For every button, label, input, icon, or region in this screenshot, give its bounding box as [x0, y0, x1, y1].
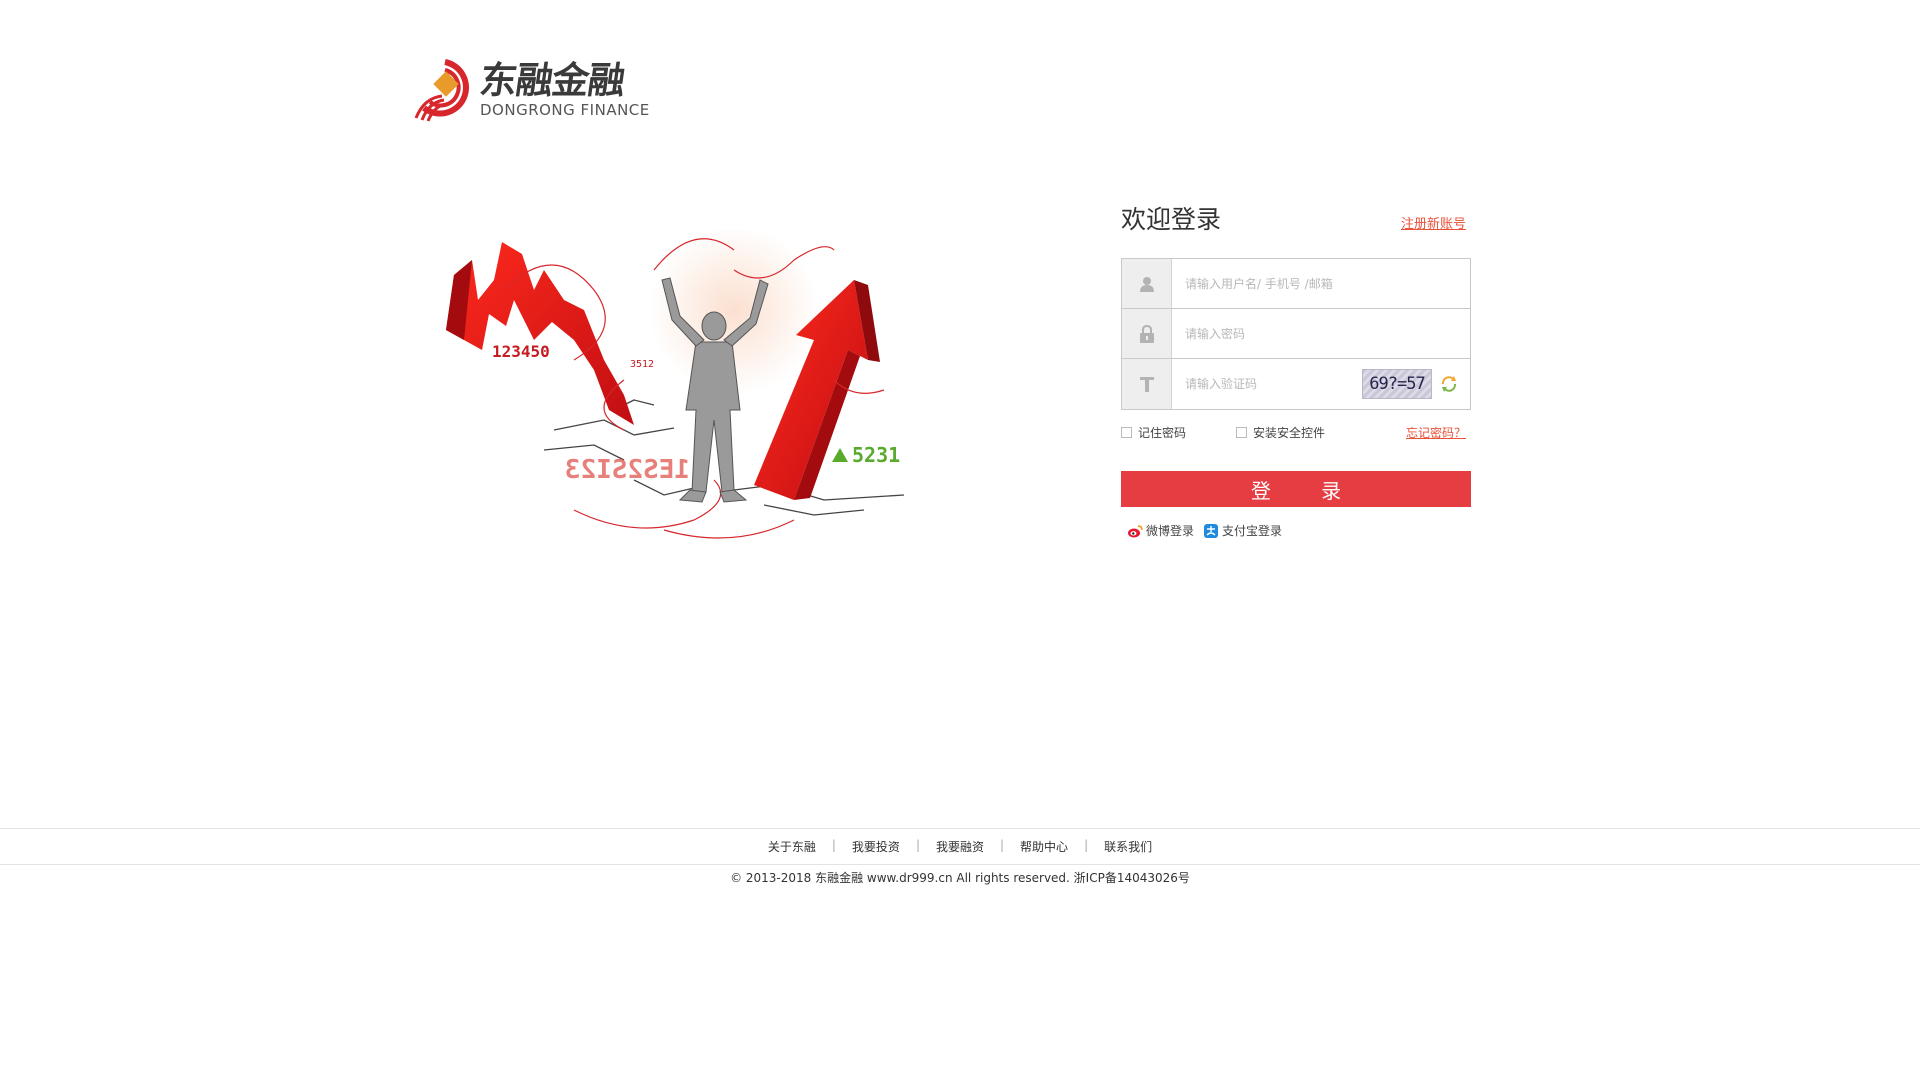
checkbox-box[interactable]: [1236, 427, 1248, 438]
username-row: [1122, 259, 1470, 309]
footer-link-contact[interactable]: 联系我们: [1104, 838, 1152, 855]
refresh-captcha-icon[interactable]: [1438, 359, 1460, 409]
weibo-login[interactable]: 微博登录: [1127, 522, 1194, 539]
alipay-icon: [1204, 523, 1219, 538]
footer-separator: |: [831, 838, 836, 852]
footer-divider-bottom: [0, 864, 1920, 865]
checkbox-box[interactable]: [1121, 427, 1132, 438]
captcha-row: 69?=57: [1122, 359, 1470, 409]
footer-separator: |: [1000, 838, 1005, 852]
hero-number-mirror: 1ES2SI23: [565, 455, 690, 485]
lock-icon: [1122, 309, 1172, 358]
login-panel: 欢迎登录 注册新账号 69?=57: [1121, 204, 1471, 539]
hero-number-small: 3512: [630, 359, 654, 370]
login-button[interactable]: 登 录: [1121, 471, 1471, 507]
logo-english-name: DONGRONG FINANCE: [480, 101, 650, 119]
footer-link-help[interactable]: 帮助中心: [1020, 838, 1068, 855]
logo-chinese-name: 东融金融: [477, 59, 628, 102]
username-input[interactable]: [1172, 259, 1470, 308]
footer-link-about[interactable]: 关于东融: [768, 838, 816, 855]
footer-divider-top: [0, 828, 1920, 829]
footer-separator: |: [915, 838, 920, 852]
footer-nav: 关于东融 | 我要投资 | 我要融资 | 帮助中心 | 联系我们: [0, 838, 1920, 855]
install-control-label: 安装安全控件: [1253, 426, 1326, 440]
alipay-login-label: 支付宝登录: [1222, 524, 1283, 538]
brand-logo[interactable]: 东融金融 DONGRONG FINANCE: [414, 58, 650, 122]
hero-number-left: 123450: [492, 342, 550, 361]
register-link[interactable]: 注册新账号: [1401, 213, 1466, 232]
weibo-login-label: 微博登录: [1146, 524, 1195, 538]
captcha-input[interactable]: [1172, 359, 1362, 409]
footer-link-financing[interactable]: 我要融资: [936, 838, 984, 855]
user-icon: [1122, 259, 1172, 308]
login-form: 69?=57: [1121, 258, 1471, 410]
text-t-icon: [1122, 359, 1172, 409]
captcha-image[interactable]: 69?=57: [1362, 369, 1432, 399]
install-control-checkbox[interactable]: 安装安全控件: [1236, 424, 1325, 441]
weibo-icon: [1128, 524, 1143, 537]
hero-number-right: 5231: [852, 443, 900, 467]
footer-separator: |: [1084, 838, 1089, 852]
alipay-login[interactable]: 支付宝登录: [1203, 522, 1282, 539]
copyright-text: © 2013-2018 东融金融 www.dr999.cn All rights…: [730, 871, 1190, 885]
logo-emblem-icon: [414, 59, 469, 122]
footer-link-invest[interactable]: 我要投资: [852, 838, 900, 855]
remember-password-label: 记住密码: [1138, 426, 1187, 440]
remember-password-checkbox[interactable]: 记住密码: [1121, 424, 1186, 441]
hero-illustration: 123450 3512 1ES2SI23 5231: [446, 230, 905, 539]
forgot-password-link[interactable]: 忘记密码？: [1406, 424, 1466, 441]
password-row: [1122, 309, 1470, 359]
password-input[interactable]: [1172, 309, 1470, 358]
login-title: 欢迎登录: [1121, 205, 1222, 234]
